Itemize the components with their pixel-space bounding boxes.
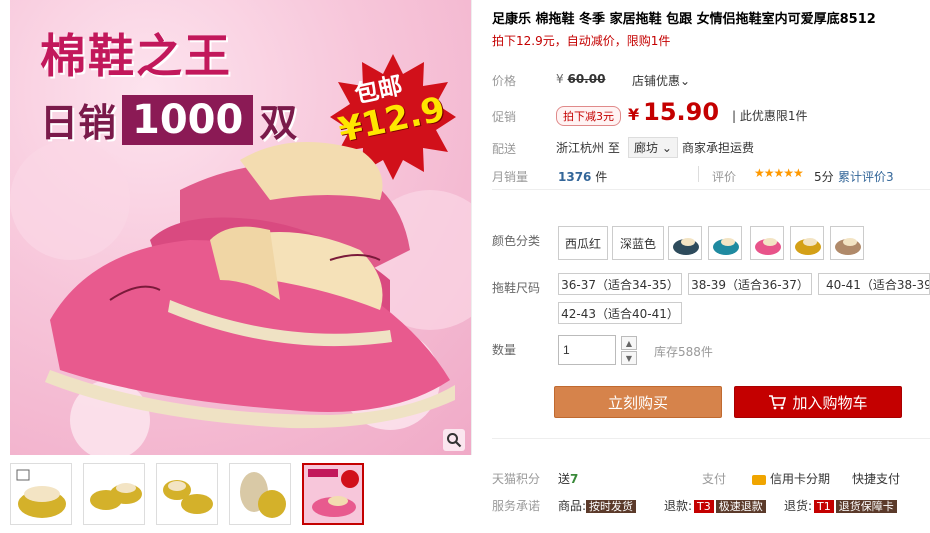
credit-installment-label: 信用卡分期: [770, 472, 831, 486]
swatch-3-image: [755, 238, 781, 255]
color-swatch-4[interactable]: [790, 226, 824, 260]
monthly-sales-value: 1376: [558, 170, 592, 184]
zoom-magnifier-icon[interactable]: [443, 429, 465, 451]
service-return-label: 退货:: [784, 499, 813, 513]
quantity-label: 数量: [492, 343, 517, 357]
quick-pay: 快捷支付: [852, 472, 901, 486]
product-title: 足康乐 棉拖鞋 冬季 家居拖鞋 包跟 女情侣拖鞋室内可爱厚底8512: [492, 12, 876, 27]
product-subtitle: 拍下12.9元，自动减价，限购1件: [492, 34, 671, 48]
stock-text: 库存588件: [654, 345, 713, 359]
shop-discount-dropdown[interactable]: 店铺优惠⌄: [632, 72, 690, 89]
service-refund-label: 退款:: [664, 499, 693, 513]
promo-price-currency: ¥: [628, 105, 640, 124]
shipping-label: 配送: [492, 142, 517, 156]
quantity-input[interactable]: [558, 335, 616, 365]
magnifier-icon: [447, 433, 462, 448]
swatch-5-image: [835, 238, 861, 255]
color-option-navy[interactable]: 深蓝色: [612, 226, 664, 260]
color-label: 颜色分类: [492, 234, 541, 248]
original-price: ¥ 60.00: [556, 72, 605, 86]
original-price-value: 60.00: [567, 72, 606, 86]
swatch-1-image: [673, 238, 699, 255]
size-option-36-37[interactable]: 36-37（适合34-35）: [558, 273, 682, 295]
divider: [698, 166, 699, 182]
promo-price-value: 15.90: [643, 98, 720, 126]
service-refund-badge: T3: [694, 500, 714, 513]
ship-destination-dropdown[interactable]: 廊坊 ⌄: [628, 137, 678, 158]
review-label: 评价: [712, 170, 737, 184]
color-option-watermelon-red[interactable]: 西瓜红: [558, 226, 608, 260]
thumbnail-4-image: [240, 472, 286, 518]
service-return-badge: T1: [814, 500, 834, 513]
sales-row: 月销量 1376 件 评价 ★★★★★ 5分 累计评价3: [492, 158, 930, 190]
buy-now-button[interactable]: 立刻购买: [554, 386, 722, 418]
thumbnail-2-image: [90, 483, 142, 510]
monthly-sales-unit: 件: [595, 170, 608, 184]
thumbnail-1[interactable]: [10, 463, 72, 525]
swatch-2-image: [713, 238, 739, 255]
thumbnail-strip: [10, 463, 364, 525]
original-price-currency: ¥: [556, 72, 564, 86]
service-label: 服务承诺: [492, 499, 541, 513]
promo-label: 促销: [492, 110, 517, 124]
rating-score: 5分: [814, 170, 834, 184]
color-swatch-2[interactable]: [708, 226, 742, 260]
thumbnail-2[interactable]: [83, 463, 145, 525]
hero-title: 棉鞋之王: [40, 29, 232, 83]
points-prefix: 送: [558, 472, 571, 486]
thumbnail-1-image: [16, 469, 66, 518]
credit-installment: 信用卡分期: [752, 470, 830, 487]
color-swatch-1[interactable]: [668, 226, 702, 260]
size-label: 拖鞋尺码: [492, 281, 541, 295]
thumbnail-5-image: [304, 465, 362, 523]
thumbnail-3[interactable]: [156, 463, 218, 525]
thumbnail-5-active[interactable]: [302, 463, 364, 525]
size-option-42-43[interactable]: 42-43（适合40-41）: [558, 302, 682, 324]
service-refund: 退款: T3 极速退款: [664, 497, 766, 514]
rating-stars-icon: ★★★★★: [754, 166, 804, 180]
service-goods: 商品: 按时发货: [558, 497, 637, 514]
service-goods-tag: 按时发货: [586, 500, 637, 513]
cart-icon: [769, 395, 787, 410]
price-label: 价格: [492, 74, 517, 88]
service-goods-label: 商品:: [558, 499, 587, 513]
main-product-image[interactable]: 棉鞋之王 日销 1000 双 包邮 ¥12.9: [10, 0, 472, 455]
service-return-tag: 退货保障卡: [835, 500, 897, 513]
pay-label: 支付: [702, 472, 727, 486]
swatch-4-image: [795, 238, 821, 255]
color-swatch-5[interactable]: [830, 226, 864, 260]
points-value: 送7: [558, 470, 578, 487]
monthly-sales-label: 月销量: [492, 170, 529, 184]
points-number: 7: [570, 472, 579, 486]
promo-note: | 此优惠限1件: [732, 109, 808, 123]
ship-from: 浙江杭州 至: [556, 141, 620, 155]
promo-tag: 拍下减3元: [556, 106, 621, 126]
size-option-38-39[interactable]: 38-39（适合36-37）: [688, 273, 812, 295]
thumbnail-4[interactable]: [229, 463, 291, 525]
service-return: 退货: T1 退货保障卡: [784, 497, 897, 514]
credit-card-icon: [752, 474, 766, 485]
thumbnail-3-image: [163, 480, 213, 514]
divider: [492, 438, 930, 439]
cumulative-reviews-link[interactable]: 累计评价3: [838, 168, 894, 185]
quantity-increase-icon[interactable]: ▲: [621, 336, 637, 350]
size-option-40-41[interactable]: 40-41（适合38-39）: [818, 273, 930, 295]
add-to-cart-label: 加入购物车: [792, 393, 868, 412]
quantity-decrease-icon[interactable]: ▼: [621, 351, 637, 365]
color-swatch-3[interactable]: [750, 226, 784, 260]
points-label: 天猫积分: [492, 472, 541, 486]
slipper-illustration: [45, 142, 455, 429]
add-to-cart-button[interactable]: 加入购物车: [734, 386, 902, 418]
service-refund-tag: 极速退款: [715, 500, 766, 513]
promo-price: ¥15.90: [628, 98, 719, 126]
ship-fee: 商家承担运费: [682, 141, 755, 155]
monthly-sales-count: 1376 件: [558, 168, 607, 185]
